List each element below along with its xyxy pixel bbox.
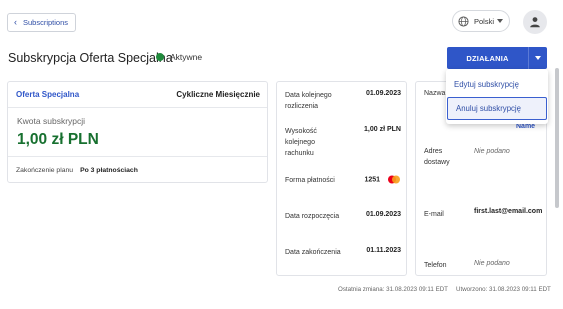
- end-date-value: 01.11.2023: [366, 247, 401, 254]
- actions-button[interactable]: DZIAŁANIA: [447, 47, 547, 69]
- created-text: Utworzono: 31.08.2023 09:11 EDT: [456, 286, 551, 293]
- plan-name-link[interactable]: Oferta Specjalna: [16, 90, 79, 99]
- chevron-left-icon: ‹: [14, 17, 17, 27]
- chevron-down-icon: [535, 56, 541, 60]
- plan-end-value: Po 3 płatnościach: [80, 166, 138, 174]
- plan-end-label: Zakończenie planu: [16, 166, 74, 174]
- end-date-label: Data zakończenia: [285, 249, 341, 256]
- actions-label: DZIAŁANIA: [466, 53, 509, 63]
- shipping-address-label: Adres dostawy: [424, 148, 450, 166]
- chevron-down-icon: [497, 19, 503, 23]
- customer-name-label: Nazwa: [424, 90, 446, 97]
- phone-value: Nie podano: [474, 260, 510, 267]
- menu-item-edit-subscription[interactable]: Edytuj subskrypcję: [446, 73, 548, 96]
- user-menu-button[interactable]: [523, 10, 547, 34]
- shipping-address-value: Nie podano: [474, 148, 510, 155]
- email-value: first.last@email.com: [474, 208, 543, 215]
- actions-menu: Edytuj subskrypcję Anuluj subskrypcję: [446, 69, 548, 124]
- language-label: Polski: [474, 16, 495, 26]
- actions-dropdown-toggle[interactable]: [529, 56, 547, 60]
- billing-cycle: Cykliczne Miesięcznie: [176, 90, 260, 99]
- next-amount-row: Wysokość kolejnego rachunku 1,00 zł PLN: [285, 126, 401, 159]
- menu-item-cancel-subscription[interactable]: Anuluj subskrypcję: [447, 97, 547, 120]
- email-label: E-mail: [424, 211, 444, 218]
- start-date-row: Data rozpoczęcia 01.09.2023: [285, 211, 401, 222]
- status-badge: Aktywne: [156, 52, 202, 62]
- payment-method-label: Forma płatności: [285, 177, 335, 184]
- page-title: Subskrypcja Oferta Specjalna: [8, 51, 173, 65]
- status-label: Aktywne: [170, 52, 203, 62]
- end-date-row: Data zakończenia 01.11.2023: [285, 247, 401, 258]
- back-button-label: Subscriptions: [23, 18, 69, 27]
- next-amount-label: Wysokość kolejnego rachunku: [285, 128, 317, 157]
- last-modified-text: Ostatnia zmiana: 31.08.2023 09:11 EDT: [338, 286, 448, 293]
- payment-method-row: Forma płatności 1251: [285, 175, 401, 186]
- start-date-value: 01.09.2023: [365, 211, 401, 218]
- customer-name-value: Name: [516, 123, 536, 130]
- next-billing-date-value: 01.09.2023: [365, 90, 401, 97]
- payment-method-value: 1251: [364, 175, 401, 184]
- globe-icon: [458, 15, 469, 27]
- next-billing-date-label: Data kolejnego rozliczenia: [285, 92, 332, 110]
- subscription-summary-card: Oferta Specjalna Cykliczne Miesięcznie K…: [7, 81, 268, 183]
- next-billing-date-row: Data kolejnego rozliczenia 01.09.2023: [285, 90, 401, 112]
- billing-details-card: Data kolejnego rozliczenia 01.09.2023 Wy…: [276, 81, 407, 276]
- vertical-scrollbar[interactable]: [555, 68, 559, 208]
- user-icon: [530, 17, 540, 28]
- amount-label: Kwota subskrypcji: [17, 116, 86, 126]
- status-dot-icon: [156, 53, 164, 61]
- mastercard-icon: [388, 175, 400, 184]
- card-last4: 1251: [364, 176, 381, 184]
- subscription-amount: 1,00 zł PLN: [17, 131, 99, 148]
- plan-end-row: Zakończenie planu Po 3 płatnościach: [8, 156, 267, 183]
- start-date-label: Data rozpoczęcia: [285, 213, 340, 220]
- phone-label: Telefon: [424, 262, 447, 269]
- summary-header: Oferta Specjalna Cykliczne Miesięcznie: [8, 82, 267, 108]
- language-selector[interactable]: Polski: [452, 10, 510, 32]
- back-to-subscriptions-button[interactable]: ‹ Subscriptions: [7, 13, 76, 32]
- next-amount-value: 1,00 zł PLN: [364, 126, 401, 133]
